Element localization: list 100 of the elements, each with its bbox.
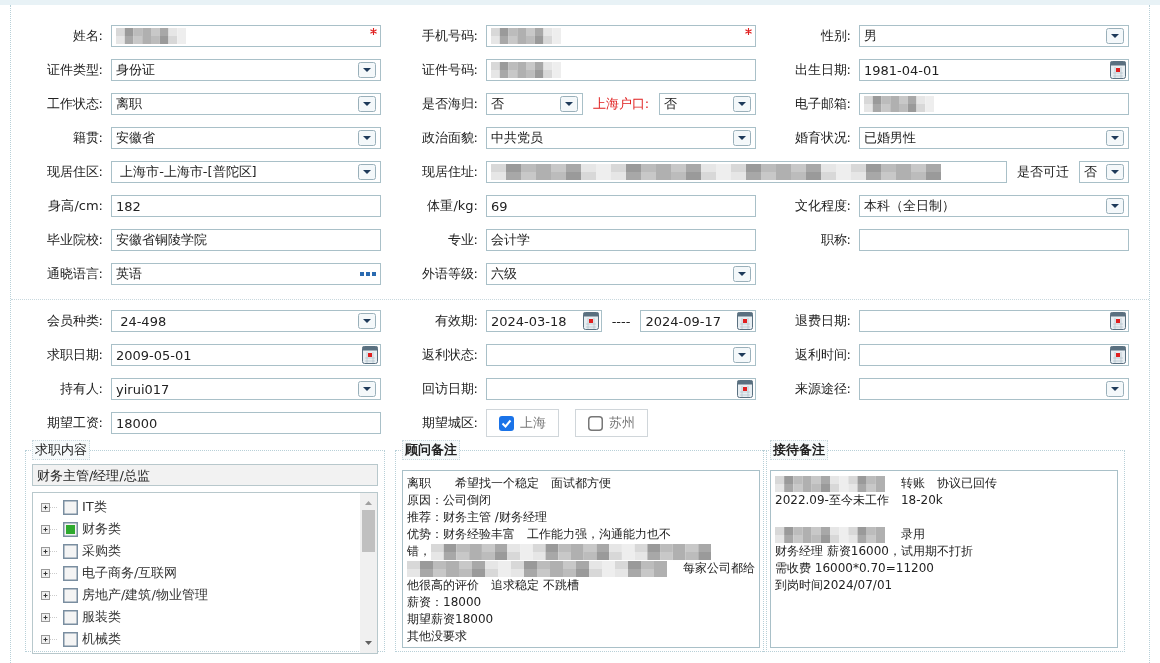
- text-field[interactable]: 安徽省铜陵学院: [111, 229, 381, 251]
- tree-item[interactable]: IT类: [41, 496, 360, 518]
- selected-job-field[interactable]: 财务主管/经理/总监: [32, 464, 378, 486]
- dropdown-icon[interactable]: [1106, 198, 1124, 214]
- note-line: 录用: [901, 526, 925, 543]
- checkbox-icon[interactable]: [63, 565, 78, 581]
- city-checkbox[interactable]: 苏州: [575, 409, 648, 437]
- date-field[interactable]: 2024-03-18: [486, 310, 602, 332]
- expand-icon[interactable]: [41, 502, 59, 512]
- select-field[interactable]: 本科（全日制）: [859, 195, 1129, 217]
- select-field[interactable]: 否: [659, 93, 756, 115]
- calendar-icon[interactable]: [1110, 346, 1126, 364]
- select-field[interactable]: 男: [859, 25, 1129, 47]
- dropdown-icon[interactable]: [1106, 381, 1124, 397]
- field-label: 电子邮箱:: [794, 95, 852, 113]
- date-field[interactable]: [859, 310, 1129, 332]
- field-label: 政治面貌:: [421, 129, 479, 147]
- calendar-icon[interactable]: [1110, 61, 1126, 79]
- dropdown-icon[interactable]: [733, 96, 751, 112]
- date-field[interactable]: [486, 378, 756, 400]
- tree-item[interactable]: 房地产/建筑/物业管理: [41, 584, 360, 606]
- more-icon[interactable]: [360, 272, 376, 276]
- select-field[interactable]: [859, 378, 1129, 400]
- dropdown-icon[interactable]: [1106, 130, 1124, 146]
- select-field[interactable]: 身份证: [111, 59, 381, 81]
- tree-item[interactable]: 服装类: [41, 606, 360, 628]
- date-field[interactable]: 2024-09-17: [640, 310, 756, 332]
- select-field[interactable]: 上海市-上海市-[普陀区]: [111, 161, 381, 183]
- unchecked-icon[interactable]: [588, 415, 603, 431]
- text-field[interactable]: [486, 59, 756, 81]
- checkbox-icon[interactable]: [63, 587, 78, 603]
- select-field[interactable]: 离职: [111, 93, 381, 115]
- checkbox-icon[interactable]: [63, 609, 78, 625]
- select-field[interactable]: 否: [486, 93, 583, 115]
- dropdown-icon[interactable]: [733, 347, 751, 363]
- date-field[interactable]: 2009-05-01: [111, 344, 381, 366]
- dropdown-icon[interactable]: [733, 266, 751, 282]
- text-field[interactable]: [859, 229, 1129, 251]
- text-field[interactable]: 69: [486, 195, 756, 217]
- notes-textarea[interactable]: 转账 协议已回传 2022.09-至今未工作 18-20k 录用 财务经理 薪资16000，试用期不打折 需收费 16000*0.70=11200 到岗时间2024/07/01: [770, 470, 1118, 648]
- tree-item[interactable]: 财务类: [41, 518, 360, 540]
- select-field[interactable]: 已婚男性: [859, 127, 1129, 149]
- expand-icon[interactable]: [41, 546, 59, 556]
- select-field[interactable]: 安徽省: [111, 127, 381, 149]
- note-line: 财务经理 薪资16000，试用期不打折: [775, 543, 973, 560]
- date-field[interactable]: [859, 344, 1129, 366]
- checked-icon[interactable]: [499, 415, 514, 431]
- scrollbar[interactable]: [360, 493, 377, 653]
- dropdown-icon[interactable]: [733, 130, 751, 146]
- date-field[interactable]: 1981-04-01: [859, 59, 1129, 81]
- note-line: 期望薪资18000: [407, 611, 494, 628]
- expand-icon[interactable]: [41, 524, 59, 534]
- select-field[interactable]: 24-498: [111, 310, 381, 332]
- calendar-icon[interactable]: [737, 312, 753, 330]
- dropdown-icon[interactable]: [358, 130, 376, 146]
- note-line: 薪资：18000: [407, 594, 482, 611]
- text-field[interactable]: 会计学: [486, 229, 756, 251]
- calendar-icon[interactable]: [1110, 312, 1126, 330]
- text-field[interactable]: 182: [111, 195, 381, 217]
- dropdown-icon[interactable]: [559, 96, 578, 112]
- city-checkbox[interactable]: 上海: [486, 409, 559, 437]
- text-field[interactable]: [111, 25, 381, 47]
- dropdown-icon[interactable]: [358, 381, 376, 397]
- calendar-icon[interactable]: [737, 380, 753, 398]
- text-field[interactable]: [859, 93, 1129, 115]
- field-label: 毕业院校:: [46, 231, 104, 249]
- tree-item[interactable]: 机械类: [41, 628, 360, 650]
- expand-icon[interactable]: [41, 590, 59, 600]
- tree-item[interactable]: 采购类: [41, 540, 360, 562]
- select-field[interactable]: 中共党员: [486, 127, 756, 149]
- calendar-icon[interactable]: [582, 312, 599, 330]
- dropdown-icon[interactable]: [1106, 164, 1124, 180]
- dropdown-icon[interactable]: [358, 62, 376, 78]
- dropdown-icon[interactable]: [358, 164, 376, 180]
- expand-icon[interactable]: [41, 568, 59, 578]
- tree-item[interactable]: 电子商务/互联网: [41, 562, 360, 584]
- field-label: 有效期:: [434, 312, 479, 330]
- select-field[interactable]: [486, 344, 756, 366]
- calendar-icon[interactable]: [362, 346, 378, 364]
- notes-textarea[interactable]: 离职 希望找一个稳定 面试都方便 原因：公司倒闭 推荐：财务主管 /财务经理 优势：财务经验丰富 工作能力强，沟通能力也不 错， 每家公司都给 他很高的评价 追求稳定 不跳槽 薪资：18000 期望薪资18000 其他没要求: [402, 470, 760, 648]
- lookup-field[interactable]: 英语: [111, 263, 381, 285]
- dropdown-icon[interactable]: [1106, 28, 1124, 44]
- checkbox-icon[interactable]: [63, 543, 78, 559]
- expand-icon[interactable]: [41, 612, 59, 622]
- expand-icon[interactable]: [41, 634, 59, 644]
- text-field[interactable]: 18000: [111, 412, 381, 434]
- checkbox-icon[interactable]: [63, 499, 78, 515]
- dropdown-icon[interactable]: [358, 313, 376, 329]
- dropdown-icon[interactable]: [358, 96, 376, 112]
- field-label: 身高/cm:: [48, 197, 104, 215]
- checkbox-icon[interactable]: [63, 521, 78, 537]
- text-field[interactable]: [486, 161, 1007, 183]
- field-label: 期望工资:: [46, 414, 104, 432]
- field-label: 证件号码:: [421, 61, 479, 79]
- select-field[interactable]: 否: [1079, 161, 1129, 183]
- text-field[interactable]: [486, 25, 756, 47]
- note-line: 每家公司都给: [683, 560, 755, 577]
- select-field[interactable]: yirui017: [111, 378, 381, 400]
- checkbox-icon[interactable]: [63, 631, 78, 647]
- select-field[interactable]: 六级: [486, 263, 756, 285]
